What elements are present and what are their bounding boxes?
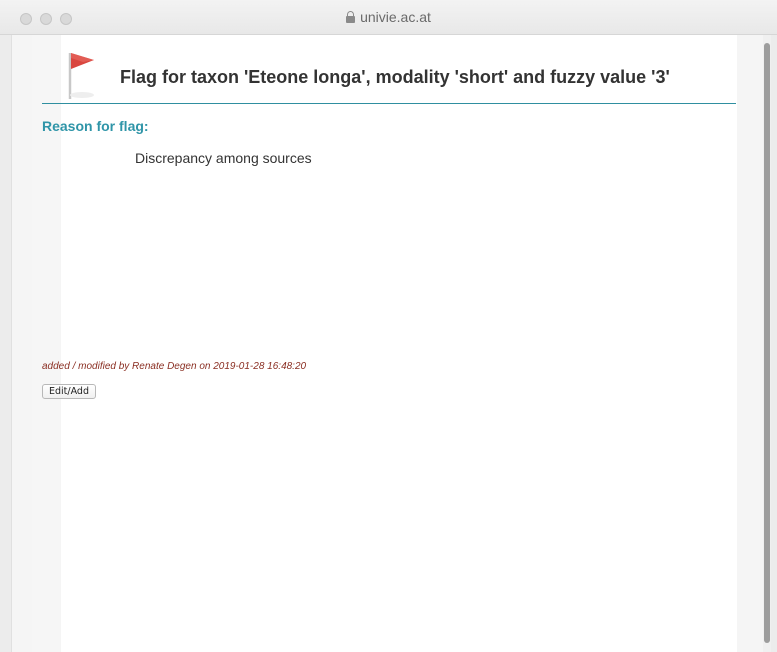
red-flag-icon bbox=[68, 53, 94, 99]
lock-icon bbox=[346, 11, 356, 23]
page-title: Flag for taxon 'Eteone longa', modality … bbox=[120, 67, 670, 87]
address-bar[interactable]: univie.ac.at bbox=[0, 9, 777, 25]
vertical-scrollbar[interactable] bbox=[763, 35, 771, 652]
reason-value: Discrepancy among sources bbox=[135, 150, 312, 166]
browser-window: univie.ac.at Flag for taxon 'Eteone long… bbox=[0, 0, 777, 652]
title-bar: univie.ac.at bbox=[0, 0, 777, 35]
edit-add-button[interactable]: Edit/Add bbox=[42, 384, 96, 399]
reason-label: Reason for flag: bbox=[42, 118, 149, 134]
url-text: univie.ac.at bbox=[360, 9, 431, 25]
modified-info: added / modified by Renate Degen on 2019… bbox=[42, 361, 307, 372]
scrollbar-thumb[interactable] bbox=[764, 43, 770, 643]
header-divider bbox=[42, 103, 736, 104]
page-content-area bbox=[61, 35, 737, 652]
